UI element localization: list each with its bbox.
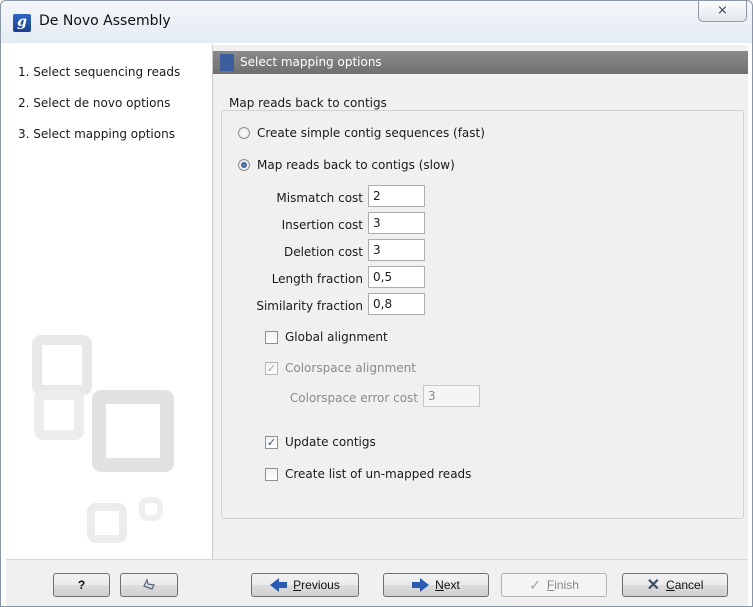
colorspace-error-cost-field: 3 (423, 385, 480, 407)
next-label: Next (435, 578, 460, 592)
cancel-x-icon: ✕ (646, 577, 661, 594)
dialog-window: g De Novo Assembly ⨯ 1. Select sequencin… (0, 0, 753, 607)
step-label: Select sequencing reads (33, 65, 181, 79)
radio-simple-contigs[interactable]: Create simple contig sequences (fast) (238, 126, 485, 140)
title-bar[interactable]: g De Novo Assembly ⨯ (1, 1, 752, 43)
window-title: De Novo Assembly (39, 13, 171, 29)
radio-label: Create simple contig sequences (fast) (257, 126, 485, 140)
unmapped-reads-option[interactable]: Create list of un-mapped reads (265, 467, 471, 481)
insertion-cost-field[interactable]: 3 (368, 212, 425, 234)
cancel-button[interactable]: ✕ Cancel (622, 573, 728, 597)
button-bar: ? Previous Next ✓ Finish ✕ Cancel (6, 559, 748, 606)
step-number: 1. (18, 65, 30, 79)
section-header: Select mapping options (213, 51, 748, 74)
finish-label: Finish (546, 578, 579, 592)
checkbox-label: Colorspace alignment (285, 361, 416, 375)
step-number: 2. (18, 96, 30, 110)
radio-button[interactable] (238, 127, 250, 139)
group-label: Map reads back to contigs (229, 96, 387, 110)
deletion-cost-label: Deletion cost (283, 245, 363, 259)
mismatch-cost-label: Mismatch cost (276, 191, 363, 205)
radio-button-selected[interactable] (238, 159, 250, 171)
checkbox-checked[interactable]: ✓ (265, 435, 278, 449)
reset-button[interactable] (120, 573, 178, 597)
watermark-square (32, 335, 92, 395)
close-icon: ⨯ (717, 3, 728, 18)
previous-label: Previous (293, 578, 340, 592)
section-title: Select mapping options (240, 55, 382, 69)
arrow-left-icon (270, 578, 288, 592)
colorspace-alignment-option: ✓ Colorspace alignment (265, 361, 416, 375)
help-button[interactable]: ? (53, 573, 110, 597)
step-item-1: 1. Select sequencing reads (18, 65, 180, 79)
checkbox[interactable] (265, 467, 278, 481)
deletion-cost-field[interactable]: 3 (368, 239, 425, 261)
similarity-fraction-label: Similarity fraction (256, 299, 363, 313)
checkmark-icon: ✓ (529, 576, 541, 593)
radio-map-reads[interactable]: Map reads back to contigs (slow) (238, 158, 455, 172)
step-label: Select mapping options (33, 127, 175, 141)
checkbox-label: Create list of un-mapped reads (285, 467, 472, 481)
cancel-label: Cancel (666, 578, 704, 592)
step-item-2: 2. Select de novo options (18, 96, 170, 110)
wizard-steps: 1. Select sequencing reads 2. Select de … (6, 45, 213, 559)
update-contigs-option[interactable]: ✓ Update contigs (265, 435, 376, 449)
watermark-square (34, 390, 84, 440)
global-alignment-option[interactable]: Global alignment (265, 330, 388, 344)
checkbox-checked-disabled: ✓ (265, 361, 278, 375)
close-button[interactable]: ⨯ (698, 1, 747, 22)
step-label: Select de novo options (33, 96, 171, 110)
watermark-square (92, 390, 174, 472)
insertion-cost-label: Insertion cost (281, 218, 363, 232)
finish-button: ✓ Finish (501, 573, 607, 597)
colorspace-error-cost-label: Colorspace error cost (289, 391, 418, 405)
help-icon: ? (77, 578, 86, 592)
step-item-3: 3. Select mapping options (18, 127, 175, 141)
length-fraction-label: Length fraction (271, 272, 363, 286)
mismatch-cost-field[interactable]: 2 (368, 185, 425, 207)
radio-label: Map reads back to contigs (slow) (257, 158, 455, 172)
watermark-square (87, 503, 127, 543)
checkbox[interactable] (265, 330, 278, 344)
arrow-right-icon (412, 578, 430, 592)
checkbox-label: Global alignment (285, 330, 388, 344)
similarity-fraction-field[interactable]: 0,8 (368, 293, 425, 315)
length-fraction-field[interactable]: 0,5 (368, 266, 425, 288)
watermark-square (139, 497, 163, 521)
header-accent (220, 54, 234, 71)
checkbox-label: Update contigs (285, 435, 376, 449)
previous-button[interactable]: Previous (251, 573, 359, 597)
step-number: 3. (18, 127, 30, 141)
mapping-options-panel: Select mapping options Map reads back to… (213, 45, 748, 559)
app-icon: g (13, 14, 31, 32)
reset-icon (143, 578, 155, 590)
next-button[interactable]: Next (383, 573, 489, 597)
